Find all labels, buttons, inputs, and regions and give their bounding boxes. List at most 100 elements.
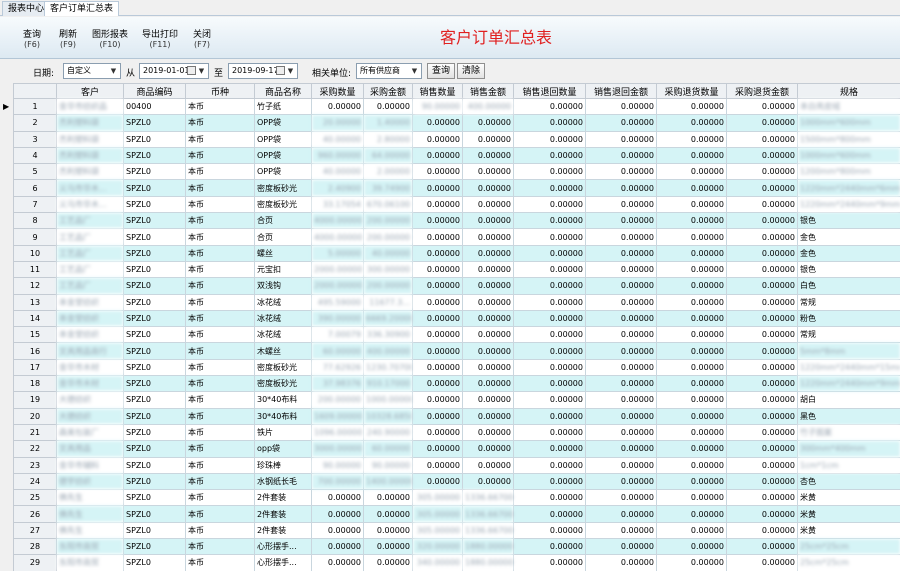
tab-customer-order-summary[interactable]: 客户订单汇总表 (44, 1, 120, 16)
table-cell: 305.00000 (412, 505, 463, 523)
table-cell: 0.00000 (513, 326, 586, 344)
table-cell: 0.00000 (585, 260, 657, 279)
table-cell: 0.00000 (363, 554, 413, 571)
column-header[interactable]: 商品名称 (254, 83, 312, 99)
table-cell: 1336.66700 (462, 505, 514, 523)
close-label: 关闭 (192, 30, 211, 40)
table-cell: 670.06100 (363, 195, 413, 214)
tab-report-center[interactable]: 报表中心 (2, 1, 51, 16)
chart-report-key: (F10) (99, 40, 121, 49)
table-cell: 0.00000 (412, 309, 463, 328)
column-header[interactable]: 币种 (185, 83, 255, 99)
table-row[interactable]: 10 工艺品厂 SPZL0 本币 螺丝 5.00000 40.00000 0.00000 0.0… (13, 244, 900, 262)
table-row[interactable]: 7 义乌市华木... SPZL0 本币 密度板砂光 33.17054 670.06100 0.… (13, 195, 900, 214)
table-row[interactable]: 11 工艺品厂 SPZL0 本币 元宝扣 2000.00000 300.00000 0.000… (13, 260, 900, 279)
column-header[interactable]: 采购金额 (363, 83, 413, 99)
table-cell: 义乌市华木... (56, 195, 124, 214)
table-row[interactable]: 16 文具用品商行 SPZL0 本币 木螺丝 60.00000 400.00000 0.000… (13, 342, 900, 360)
table-cell: 本币 (185, 114, 255, 132)
related-unit-select[interactable]: 所有供应商 ▼ (356, 63, 422, 79)
table-row[interactable]: 25 佛先生 SPZL0 本币 2件套装 0.00000 0.00000 305.00000 1… (13, 489, 900, 507)
table-row[interactable]: 17 金华市木材 SPZL0 本币 密度板砂光 77.62926 1230.70700 0.0… (13, 358, 900, 377)
to-date-picker[interactable]: 2019-09-17 ▼ (228, 63, 298, 79)
table-row[interactable]: 6 义乌市华木... SPZL0 本币 密度板砂光 2.40900 39.74900 0.00… (13, 179, 900, 197)
from-date-picker[interactable]: 2019-01-01 ▼ (139, 63, 209, 79)
table-cell: 本币 (185, 244, 255, 262)
table-cell: 米黄 (797, 505, 900, 523)
table-cell: 1609.00000 (311, 407, 364, 425)
table-cell: 0.00000 (726, 326, 798, 344)
close-button[interactable]: 关闭 (F7) (184, 30, 220, 50)
table-cell: 0.00000 (585, 375, 657, 393)
table-row[interactable]: 5 杰利塑料袋 SPZL0 本币 OPP袋 40.00000 2.00000 0.00000 0… (13, 163, 900, 181)
table-cell: 1336.66700 (462, 489, 514, 507)
table-row[interactable]: 23 金华市辅料 SPZL0 本币 珍珠棒 90.00000 90.00000 0.00000… (13, 456, 900, 474)
table-cell: 12 (13, 277, 57, 295)
date-mode-select[interactable]: 自定义 ▼ (63, 63, 121, 79)
table-row[interactable]: 1 金华市纺织品 00400 本币 竹子纸 0.00000 0.00000 90.00000 4… (13, 97, 900, 116)
table-cell: 9 (13, 228, 57, 246)
table-cell: 200.00000 (363, 212, 413, 230)
export-print-button[interactable]: 导出打印 (F11) (138, 30, 182, 50)
chart-report-label: 图形报表 (91, 30, 128, 40)
column-header[interactable]: 客户 (56, 83, 124, 99)
table-cell: SPZL0 (123, 407, 186, 425)
column-header[interactable]: 采购数量 (311, 83, 364, 99)
table-row[interactable]: 14 本金堂纺织 SPZL0 本币 冰花绒 390.00000 6669.20000 0.00… (13, 309, 900, 328)
table-cell: 0.00000 (462, 212, 514, 230)
table-row[interactable]: 18 金华市木材 SPZL0 本币 密度板砂光 37.98376 910.17000 0.00… (13, 375, 900, 393)
table-cell: 文具用品 (56, 440, 124, 458)
table-row[interactable]: 28 东阳市商贸 SPZL0 本币 心形摆手... 0.00000 0.00000 320.0… (13, 538, 900, 556)
column-header[interactable]: 销售退回金额 (585, 83, 657, 99)
order-summary-grid[interactable]: 客户 商品编码 币种 商品名称 采购数量 采购金额 销售数量 销售金额 销售退回数量 销售退回金额… (13, 83, 900, 571)
table-row[interactable]: 15 本金堂纺织 SPZL0 本币 冰花绒 7.00079 336.30900 0.00000… (13, 326, 900, 344)
table-row[interactable]: 9 工艺品厂 SPZL0 本币 合页 4000.00000 200.00000 0.00000… (13, 228, 900, 246)
table-cell: 0.00000 (462, 358, 514, 377)
table-cell: 00400 (123, 97, 186, 116)
column-header[interactable]: 采购退货数量 (656, 83, 727, 99)
table-row[interactable]: 22 文具用品 SPZL0 本币 opp袋 3000.00000 60.00000 0.000… (13, 440, 900, 458)
table-cell: 工艺品厂 (56, 228, 124, 246)
table-cell: 27 (13, 521, 57, 540)
filter-clear-button[interactable]: 清除 (457, 63, 486, 79)
table-cell: 密度板砂光 (254, 195, 312, 214)
table-row[interactable]: 8 工艺品厂 SPZL0 本币 合页 4000.00000 200.00000 0.00000… (13, 212, 900, 230)
column-header[interactable]: 采购退货金额 (726, 83, 798, 99)
table-cell: 0.00000 (726, 489, 798, 507)
table-cell: 1220mm*2440mm*9mm (797, 195, 900, 214)
table-row[interactable]: 4 杰利塑料袋 SPZL0 本币 OPP袋 960.00000 64.00000 0.0000… (13, 146, 900, 165)
column-header[interactable]: 销售金额 (462, 83, 514, 99)
refresh-button[interactable]: 刷新 (F9) (50, 30, 86, 50)
table-cell: 0.00000 (412, 440, 463, 458)
table-row[interactable]: 13 本金堂纺织 SPZL0 本币 冰花绒 495.59000 11677.3... 0.00… (13, 293, 900, 311)
column-header[interactable]: 商品编码 (123, 83, 186, 99)
table-cell: 0.00000 (513, 407, 586, 425)
table-row[interactable]: 3 杰利塑料袋 SPZL0 本币 OPP袋 40.00000 2.80000 0.00000 0… (13, 130, 900, 148)
table-cell: 本币 (185, 130, 255, 148)
column-header[interactable]: 销售数量 (412, 83, 463, 99)
table-row[interactable]: 27 佛先生 SPZL0 本币 2件套装 0.00000 0.00000 305.00000 1… (13, 521, 900, 540)
chart-report-button[interactable]: 图形报表 (F10) (88, 30, 132, 50)
table-cell: 0.00000 (726, 342, 798, 360)
table-row[interactable]: 24 德宇纺织 SPZL0 本币 水钢纸长毛 700.00000 1400.00000 0.0… (13, 472, 900, 491)
table-row[interactable]: 21 森美包装厂 SPZL0 本币 铁片 1096.00000 240.90000 0.000… (13, 423, 900, 442)
query-button[interactable]: 查询 (F6) (14, 30, 50, 50)
related-unit-label: 相关单位: (312, 69, 352, 79)
column-header[interactable] (13, 83, 57, 99)
table-row[interactable]: 20 大德纺织 SPZL0 本币 30*40布料 1609.00000 10328.685 0… (13, 407, 900, 425)
table-cell: 0.00000 (726, 244, 798, 262)
table-cell: 60.00000 (311, 342, 364, 360)
table-cell: 佛先生 (56, 489, 124, 507)
table-cell: 0.00000 (412, 358, 463, 377)
table-row[interactable]: 29 东阳市商贸 SPZL0 本币 心形摆手... 0.00000 0.00000 340.0… (13, 554, 900, 571)
table-cell: 305.00000 (412, 489, 463, 507)
table-row[interactable]: 2 杰利塑料袋 SPZL0 本币 OPP袋 20.00000 1.40000 0.00000 0… (13, 114, 900, 132)
table-row[interactable]: 12 工艺品厂 SPZL0 本币 双浅钩 2000.00000 200.00000 0.000… (13, 277, 900, 295)
column-header[interactable]: 销售退回数量 (513, 83, 586, 99)
table-row[interactable]: 26 佛先生 SPZL0 本币 2件套装 0.00000 0.00000 305.00000 1… (13, 505, 900, 523)
table-cell: 螺丝 (254, 244, 312, 262)
export-print-key: (F11) (149, 40, 171, 49)
table-row[interactable]: 19 大德纺织 SPZL0 本币 30*40布料 200.00000 1000.00000 0… (13, 391, 900, 409)
filter-query-button[interactable]: 查询 (427, 63, 456, 79)
column-header[interactable]: 规格 (797, 83, 900, 99)
